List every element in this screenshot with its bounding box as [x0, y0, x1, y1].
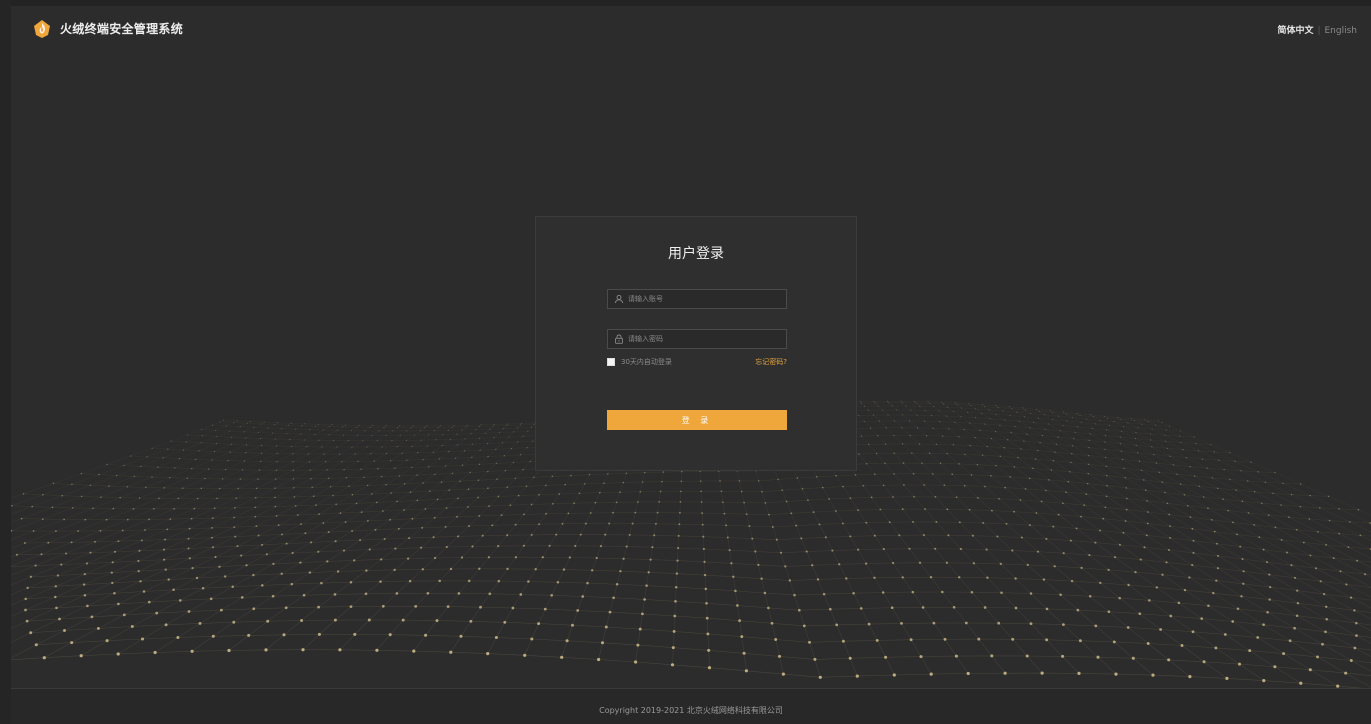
password-field [607, 329, 787, 349]
header: 火绒终端安全管理系统 简体中文 | English [11, 6, 1371, 50]
username-field [607, 289, 787, 309]
username-input[interactable] [628, 290, 782, 308]
left-edge [0, 0, 11, 724]
login-title: 用户登录 [668, 246, 724, 262]
shield-logo-icon [34, 20, 50, 38]
footer: Copyright 2019-2021 北京火绒网络科技有限公司 [11, 688, 1371, 724]
forgot-password-link[interactable]: 忘记密码? [755, 357, 787, 367]
remember-checkbox[interactable] [607, 358, 615, 366]
login-button[interactable]: 登 录 [607, 410, 787, 430]
login-card: 用户登录 30天内自动登录 忘记密码? 登 录 [535, 216, 857, 471]
remember-label: 30天内自动登录 [621, 358, 672, 366]
page: 火绒终端安全管理系统 简体中文|English 用户登录 30天内自动登录 忘 [0, 0, 1371, 724]
remember-row: 30天内自动登录 忘记密码? [607, 358, 787, 368]
password-input[interactable] [628, 330, 782, 348]
app-title: 火绒终端安全管理系统 [60, 22, 184, 36]
copyright-text: Copyright 2019-2021 北京火绒网络科技有限公司 [599, 706, 783, 715]
lang-english-link[interactable]: English [1325, 26, 1358, 36]
lang-chinese-link[interactable]: 简体中文 [1277, 26, 1313, 36]
lang-separator: | [1317, 26, 1321, 36]
lock-icon [615, 334, 623, 344]
user-icon [614, 294, 624, 304]
language-switcher: 简体中文 | English [1277, 23, 1357, 36]
